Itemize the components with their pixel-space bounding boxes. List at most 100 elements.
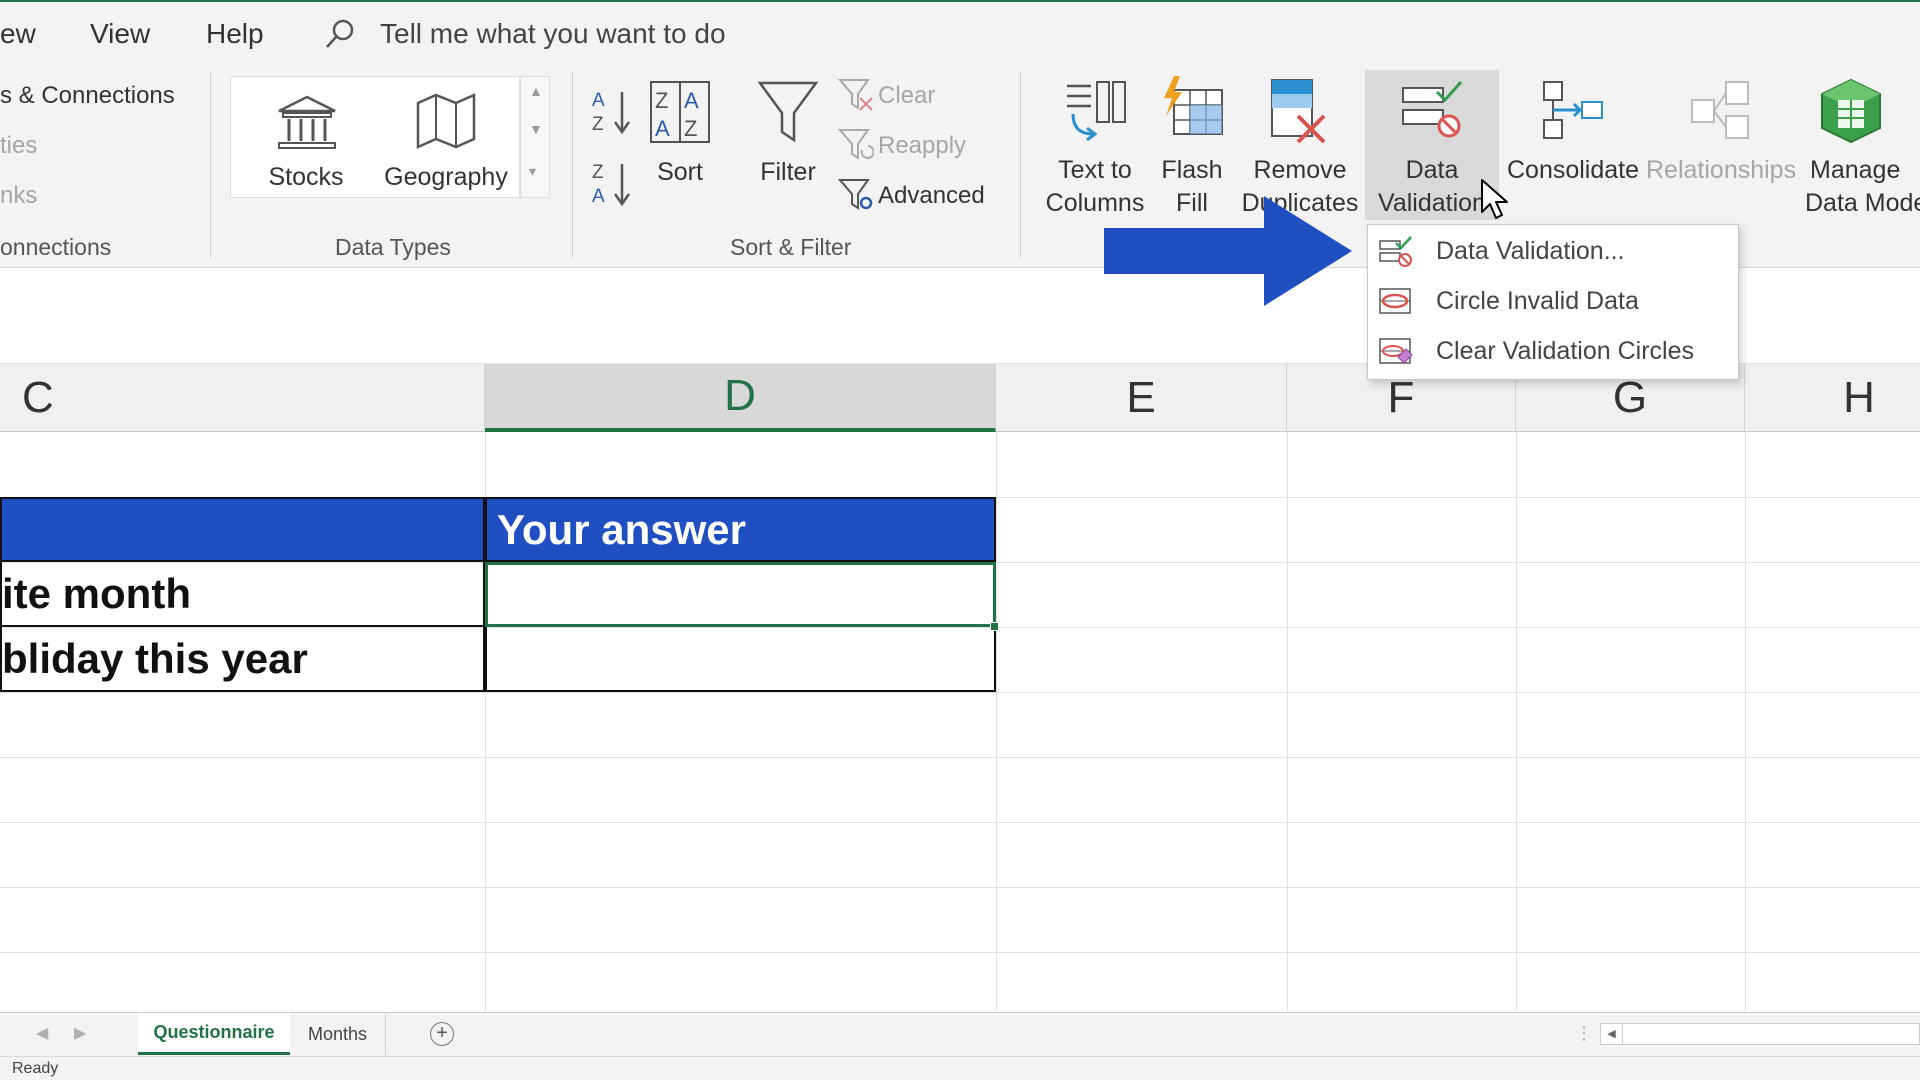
- question-cell-1[interactable]: ite month: [0, 562, 485, 627]
- svg-text:Z: Z: [592, 114, 604, 135]
- remove-duplicates-icon: [1268, 76, 1332, 144]
- column-header-h[interactable]: H: [1745, 364, 1920, 432]
- horizontal-scrollbar[interactable]: ◀: [1600, 1023, 1920, 1045]
- svg-text:Z: Z: [592, 162, 604, 183]
- menu-tab-help[interactable]: Help: [206, 18, 264, 50]
- scroll-left-icon[interactable]: ◀: [1601, 1024, 1623, 1044]
- stocks-button[interactable]: Stocks: [261, 77, 351, 197]
- status-text: Ready: [12, 1060, 58, 1078]
- queries-connections-button[interactable]: s & Connections: [0, 82, 175, 110]
- search-icon[interactable]: [322, 16, 358, 52]
- relationships-icon: [1688, 78, 1754, 144]
- answer-cell-selected[interactable]: [485, 562, 996, 627]
- filter-icon: [757, 80, 819, 146]
- data-validation-dropdown: Data Validation... Circle Invalid Data C…: [1367, 224, 1739, 380]
- bank-icon: [275, 93, 339, 153]
- stocks-label: Stocks: [261, 161, 351, 194]
- text-to-columns-label-1: Text to: [1035, 154, 1155, 187]
- sort-label: Sort: [640, 156, 720, 189]
- fill-handle[interactable]: [990, 622, 999, 631]
- manage-data-model-label-1: Manage: [1810, 154, 1920, 187]
- mouse-cursor-icon: [1480, 178, 1510, 222]
- grid-line: [1287, 432, 1288, 1012]
- group-label-sort-filter: Sort & Filter: [730, 234, 851, 261]
- column-header-e[interactable]: E: [996, 364, 1287, 432]
- geography-label: Geography: [381, 161, 511, 194]
- menu-item-label: Data Validation...: [1436, 237, 1625, 266]
- ribbon-separator: [210, 72, 211, 258]
- menu-item-label: Circle Invalid Data: [1436, 287, 1639, 316]
- filter-button[interactable]: Filter: [745, 74, 831, 224]
- grid-line: [1516, 432, 1517, 1012]
- sort-z-a-icon[interactable]: Z A: [590, 158, 634, 210]
- sort-a-z-icon[interactable]: A Z: [590, 86, 634, 138]
- manage-data-model-label-2: Data Mode: [1805, 187, 1920, 220]
- sheet-tab-bar: ◀ ▶ Questionnaire Months + ⋮ ◀: [0, 1012, 1920, 1056]
- column-header-d[interactable]: D: [485, 364, 996, 432]
- answer-cell-2[interactable]: [485, 627, 996, 692]
- grid-line: [0, 757, 1920, 758]
- menu-tab-view[interactable]: View: [90, 18, 150, 50]
- manage-data-model-button[interactable]: Manage Data Mode: [1800, 70, 1920, 230]
- geography-button[interactable]: Geography: [381, 77, 511, 197]
- flash-fill-label-1: Flash: [1150, 154, 1234, 187]
- ribbon-separator: [572, 72, 573, 258]
- grid-line: [0, 692, 1920, 693]
- svg-text:A: A: [592, 186, 605, 207]
- svg-text:Z: Z: [655, 88, 668, 113]
- menu-item-clear-validation-circles[interactable]: Clear Validation Circles: [1368, 327, 1738, 377]
- data-model-icon: [1818, 76, 1884, 144]
- svg-text:A: A: [655, 116, 670, 141]
- prev-sheet-icon[interactable]: ◀: [36, 1023, 48, 1043]
- sort-button[interactable]: Z A A Z Sort: [640, 74, 720, 224]
- data-validation-button[interactable]: Data Validation: [1365, 70, 1499, 230]
- svg-text:Z: Z: [684, 116, 697, 141]
- question-cell-2[interactable]: bliday this year: [0, 627, 485, 692]
- column-header-c[interactable]: C: [0, 364, 485, 432]
- sheet-tab-questionnaire[interactable]: Questionnaire: [138, 1013, 290, 1055]
- scroll-down-icon[interactable]: ▼: [529, 121, 543, 137]
- data-types-scroll[interactable]: ▲ ▼ ▾: [520, 76, 550, 198]
- next-sheet-icon[interactable]: ▶: [74, 1023, 86, 1043]
- svg-text:A: A: [684, 88, 699, 113]
- advanced-filter-icon: [838, 178, 874, 212]
- edit-links-button[interactable]: nks: [0, 182, 37, 210]
- grid-line: [0, 887, 1920, 888]
- relationships-label: Relationships: [1646, 154, 1796, 187]
- header-cell-c[interactable]: [0, 497, 485, 562]
- tab-splitter-handle[interactable]: ⋮: [1575, 1023, 1593, 1044]
- grid-line: [1745, 432, 1746, 1012]
- consolidate-icon: [1540, 78, 1606, 144]
- svg-text:A: A: [592, 90, 605, 111]
- more-icon[interactable]: ▾: [529, 163, 536, 180]
- flash-fill-icon: [1160, 76, 1226, 142]
- clear-circles-icon: [1378, 335, 1414, 369]
- sort-icon: Z A A Z: [649, 80, 711, 144]
- relationships-button[interactable]: Relationships: [1646, 70, 1796, 230]
- menu-item-circle-invalid-data[interactable]: Circle Invalid Data: [1368, 277, 1738, 327]
- sheet-tab-months[interactable]: Months: [290, 1013, 386, 1055]
- menu-item-data-validation[interactable]: Data Validation...: [1368, 227, 1738, 277]
- scroll-up-icon[interactable]: ▲: [529, 83, 543, 99]
- map-icon: [414, 91, 478, 151]
- circle-invalid-icon: [1378, 285, 1414, 319]
- advanced-button[interactable]: Advanced: [878, 182, 985, 210]
- clear-button[interactable]: Clear: [878, 82, 935, 110]
- clear-filter-icon: [838, 78, 874, 112]
- properties-button[interactable]: ties: [0, 132, 37, 160]
- annotation-arrow: [1104, 196, 1354, 306]
- header-cell-your-answer[interactable]: Your answer: [485, 497, 996, 562]
- menu-item-label: Clear Validation Circles: [1436, 337, 1694, 366]
- worksheet-grid[interactable]: Your answer ite month bliday this year: [0, 432, 1920, 1012]
- group-label-data-types: Data Types: [335, 234, 451, 261]
- menu-tab-review[interactable]: ew: [0, 18, 36, 50]
- remove-duplicates-label-1: Remove: [1240, 154, 1360, 187]
- add-sheet-icon[interactable]: +: [430, 1022, 454, 1046]
- menu-bar: ew View Help Tell me what you want to do: [0, 0, 1920, 64]
- reapply-button[interactable]: Reapply: [878, 132, 966, 160]
- data-validation-label-2: Validation: [1365, 187, 1499, 220]
- tell-me-search[interactable]: Tell me what you want to do: [380, 18, 726, 50]
- consolidate-button[interactable]: Consolidate: [1500, 70, 1646, 230]
- data-types-gallery: Stocks Geography: [230, 76, 520, 198]
- status-bar: Ready: [0, 1056, 1920, 1080]
